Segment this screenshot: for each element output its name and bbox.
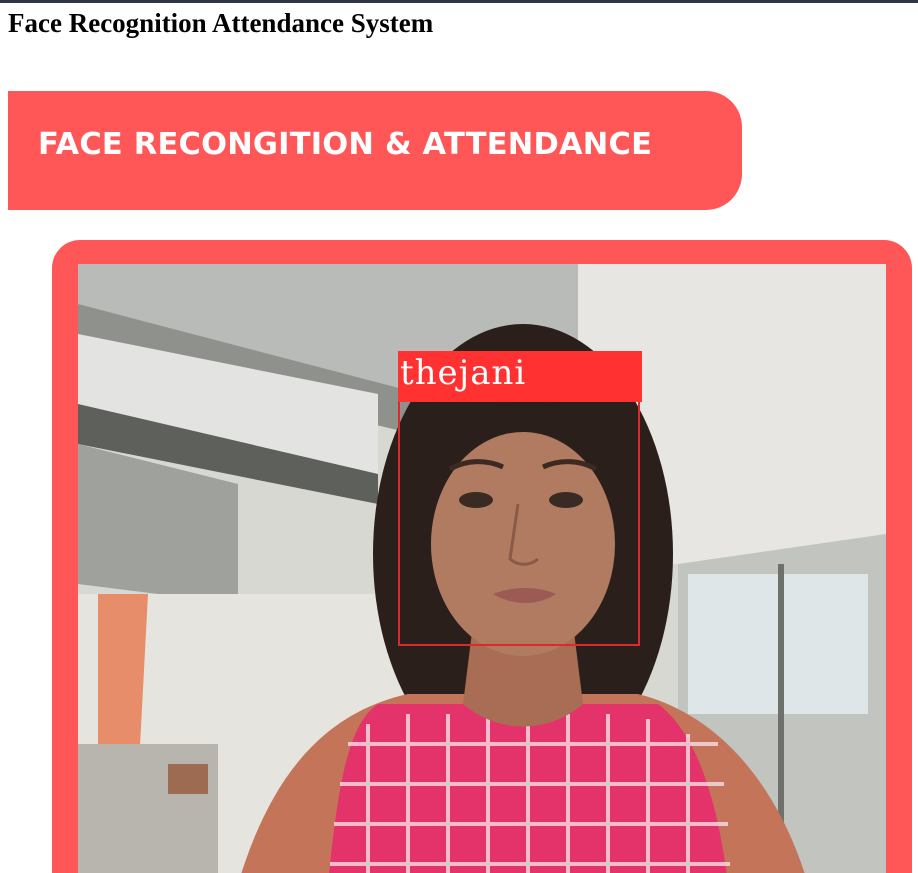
banner-text: FACE RECONGITION & ATTENDANCE (38, 127, 653, 162)
face-label: thejani (398, 351, 642, 402)
camera-frame: thejani (52, 240, 912, 873)
camera-feed: thejani (78, 264, 886, 873)
page-title: Face Recognition Attendance System (8, 8, 434, 38)
recognized-name: thejani (400, 353, 527, 393)
banner: FACE RECONGITION & ATTENDANCE (8, 91, 742, 210)
